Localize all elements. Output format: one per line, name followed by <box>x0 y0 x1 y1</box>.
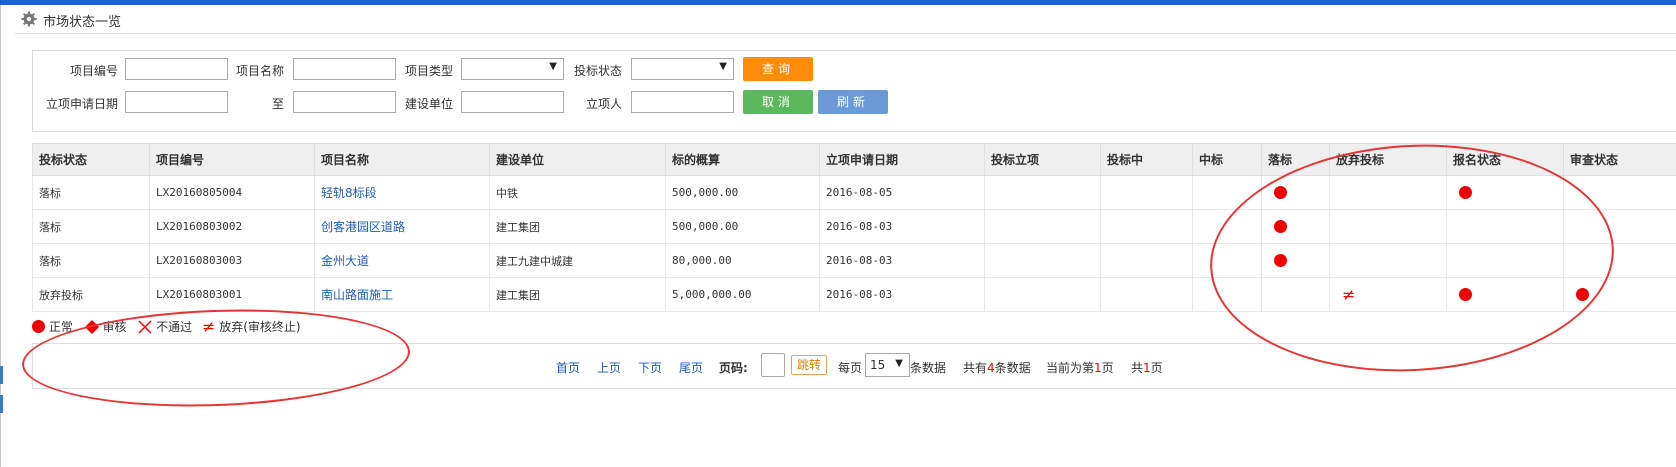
project-name-link[interactable]: 轻轨8标段 <box>321 186 377 200</box>
first-page-link[interactable]: 首页 <box>556 359 580 376</box>
cell-bid-status: 落标 <box>32 243 150 278</box>
cell-apply-date: 2016-08-03 <box>819 277 985 312</box>
cell-construction-unit: 建工集团 <box>489 277 666 312</box>
label-apply-date: 立项申请日期 <box>45 97 118 111</box>
search-panel: 项目编号 项目名称 项目类型 ▼ 投标状态 ▼ 查询 立项申请日期 至 建设单位… <box>32 50 1676 132</box>
cell-project-code: LX20160805004 <box>149 175 315 210</box>
current-suffix: 页 <box>1101 361 1114 375</box>
cell-apply-date: 2016-08-03 <box>819 209 985 244</box>
left-scroll-marker <box>0 395 3 413</box>
cell-status-mark <box>984 277 1101 312</box>
refresh-button[interactable]: 刷新 <box>818 90 888 114</box>
per-page-select[interactable]: 15 ▼ <box>865 353 910 377</box>
project-initiator-input[interactable] <box>631 91 734 113</box>
cell-project-name: 金州大道 <box>314 243 490 278</box>
label-to: 至 <box>271 97 284 111</box>
cell-construction-unit: 建工集团 <box>489 209 666 244</box>
col-header[interactable]: 投标状态 <box>32 143 150 176</box>
red-dot-icon <box>32 320 45 333</box>
top-accent-bar <box>0 0 1676 5</box>
col-header[interactable]: 建设单位 <box>489 143 666 176</box>
label-project-initiator: 立项人 <box>585 97 622 111</box>
cell-budget: 500,000.00 <box>665 175 820 210</box>
last-page-link[interactable]: 尾页 <box>679 359 703 376</box>
cell-budget: 5,000,000.00 <box>665 277 820 312</box>
cell-project-code: LX20160803003 <box>149 243 315 278</box>
cell-status-mark <box>984 175 1101 210</box>
per-page-value: 15 <box>870 358 886 372</box>
cell-project-name: 创客港园区道路 <box>314 209 490 244</box>
cell-budget: 80,000.00 <box>665 243 820 278</box>
bid-status-select[interactable]: ▼ <box>631 58 734 80</box>
gear-icon <box>21 11 37 27</box>
total-pages-text: 共1页 <box>1131 359 1163 376</box>
cell-budget: 500,000.00 <box>665 209 820 244</box>
cell-project-code: LX20160803001 <box>149 277 315 312</box>
page-title: 市场状态一览 <box>43 15 122 30</box>
col-header[interactable]: 投标中 <box>1100 143 1193 176</box>
query-button[interactable]: 查询 <box>743 57 813 81</box>
label-project-name: 项目名称 <box>235 64 284 78</box>
cell-apply-date: 2016-08-05 <box>819 175 985 210</box>
cell-construction-unit: 建工九建中城建 <box>489 243 666 278</box>
cell-bid-status: 落标 <box>32 175 150 210</box>
cell-project-name: 南山路面施工 <box>314 277 490 312</box>
chevron-down-icon: ▼ <box>895 358 903 369</box>
col-header[interactable]: 审查状态 <box>1563 143 1676 176</box>
cell-construction-unit: 中铁 <box>489 175 666 210</box>
col-header[interactable]: 立项申请日期 <box>819 143 985 176</box>
col-header[interactable]: 项目编号 <box>149 143 315 176</box>
cancel-button[interactable]: 取消 <box>743 90 813 114</box>
left-scroll-marker <box>0 366 3 384</box>
current-page: 1 <box>1094 361 1102 375</box>
total-suffix: 条数据 <box>994 361 1031 375</box>
page-code-input[interactable] <box>761 353 785 377</box>
cell-status-mark <box>1100 209 1193 244</box>
jump-button[interactable]: 跳转 <box>791 355 827 375</box>
total-prefix: 共有 <box>963 361 988 375</box>
current-prefix: 当前为第 <box>1046 361 1095 375</box>
pages-count: 1 <box>1143 361 1151 375</box>
cell-status-mark <box>984 209 1101 244</box>
total-count-text: 共有4条数据 <box>963 359 1031 376</box>
chevron-down-icon: ▼ <box>719 61 727 72</box>
cell-project-code: LX20160803002 <box>149 209 315 244</box>
cell-apply-date: 2016-08-03 <box>819 243 985 278</box>
cell-status-mark <box>1100 243 1193 278</box>
page-title-bar: 市场状态一览 <box>15 7 1676 34</box>
cell-status-mark <box>1100 277 1193 312</box>
pages-prefix: 共 <box>1131 361 1144 375</box>
project-name-link[interactable]: 南山路面施工 <box>321 288 393 302</box>
next-page-link[interactable]: 下页 <box>638 359 662 376</box>
project-name-link[interactable]: 创客港园区道路 <box>321 220 405 234</box>
pages-suffix: 页 <box>1150 361 1163 375</box>
col-header[interactable]: 中标 <box>1192 143 1262 176</box>
total-count: 4 <box>987 361 995 375</box>
current-page-text: 当前为第1页 <box>1046 359 1114 376</box>
label-construction-unit: 建设单位 <box>404 97 453 111</box>
per-page-suffix: 条数据 <box>910 361 947 375</box>
cell-status-mark <box>1100 175 1193 210</box>
label-project-type: 项目类型 <box>404 64 453 78</box>
col-header[interactable]: 投标立项 <box>984 143 1101 176</box>
prev-page-link[interactable]: 上页 <box>597 359 621 376</box>
label-bid-status: 投标状态 <box>573 64 622 78</box>
cell-status-mark <box>984 243 1101 278</box>
cell-project-name: 轻轨8标段 <box>314 175 490 210</box>
label-project-code: 项目编号 <box>69 64 118 78</box>
project-name-link[interactable]: 金州大道 <box>321 254 369 268</box>
cell-bid-status: 放弃投标 <box>32 277 150 312</box>
page-code-label: 页码: <box>719 361 748 375</box>
cell-bid-status: 落标 <box>32 209 150 244</box>
per-page-prefix: 每页 <box>838 361 863 375</box>
col-header[interactable]: 项目名称 <box>314 143 490 176</box>
col-header[interactable]: 标的概算 <box>665 143 820 176</box>
